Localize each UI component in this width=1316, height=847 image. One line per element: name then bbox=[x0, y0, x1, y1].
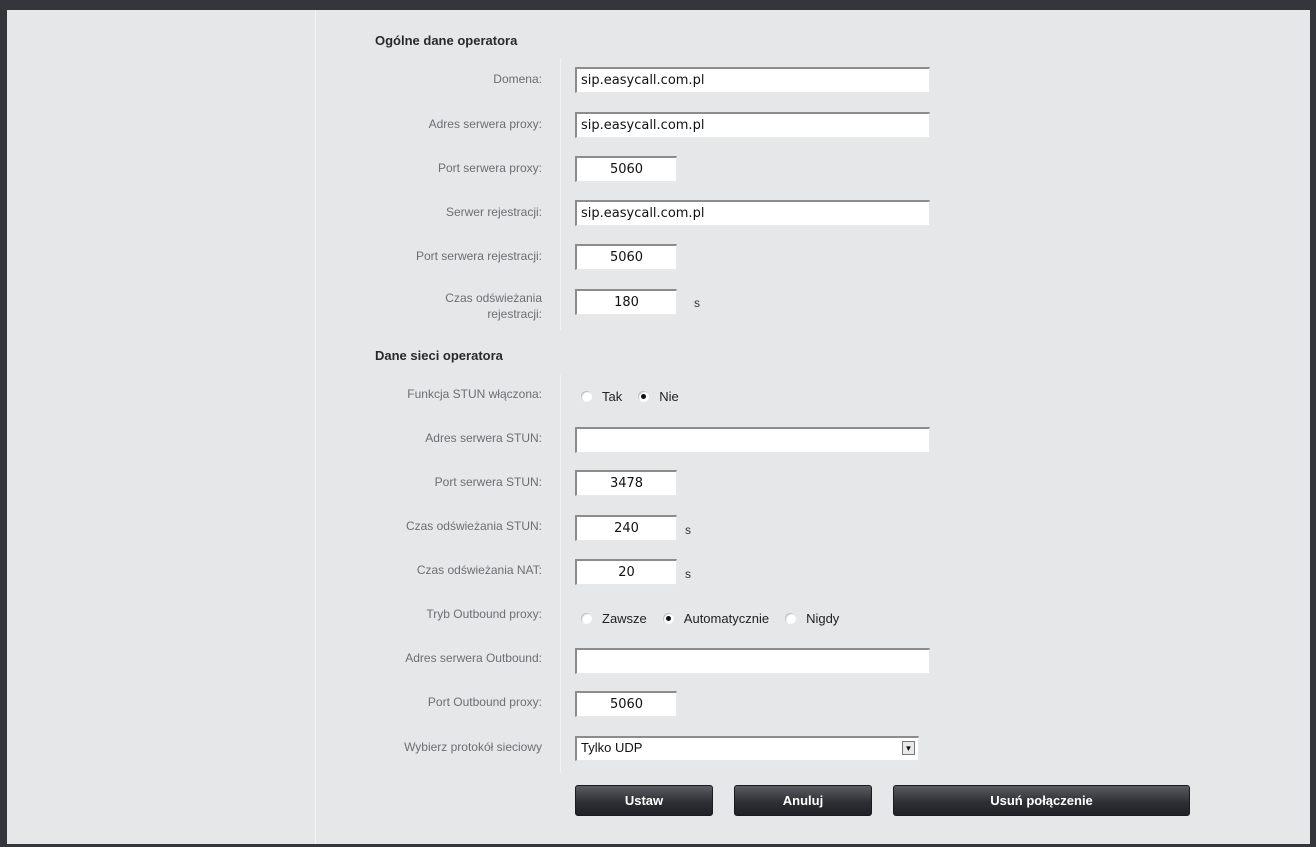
stun-no-label[interactable]: Nie bbox=[659, 389, 679, 404]
proxy-port-input[interactable] bbox=[575, 156, 677, 182]
outbound-always-radio[interactable] bbox=[581, 613, 592, 624]
stun-address-input[interactable] bbox=[575, 427, 930, 453]
protocol-select[interactable]: Tylko UDP ▼ bbox=[575, 736, 919, 761]
outbound-mode-radio-group: Zawsze Automatycznie Nigdy bbox=[581, 611, 855, 626]
stun-port-input[interactable] bbox=[575, 470, 677, 496]
outbound-port-label: Port Outbound proxy: bbox=[427, 695, 542, 709]
section-title-network: Dane sieci operatora bbox=[375, 348, 503, 363]
domain-input[interactable] bbox=[575, 67, 930, 93]
registration-refresh-label-line1: Czas odświeżania bbox=[445, 291, 542, 305]
outbound-never-radio[interactable] bbox=[785, 613, 797, 624]
protocol-select-value: Tylko UDP bbox=[581, 740, 643, 755]
outbound-always-label[interactable]: Zawsze bbox=[602, 611, 647, 626]
outbound-mode-label: Tryb Outbound proxy: bbox=[426, 607, 542, 621]
outbound-automatic-label[interactable]: Automatycznie bbox=[684, 611, 769, 626]
window-frame-right bbox=[1310, 0, 1316, 847]
protocol-label: Wybierz protokół sieciowy bbox=[404, 740, 542, 754]
window-frame-left bbox=[0, 0, 7, 847]
registrar-port-input[interactable] bbox=[575, 244, 677, 270]
label-column-divider bbox=[560, 58, 561, 330]
proxy-port-label: Port serwera proxy: bbox=[437, 161, 542, 175]
nat-refresh-input[interactable] bbox=[575, 559, 677, 585]
outbound-never-label[interactable]: Nigdy bbox=[806, 611, 839, 626]
stun-no-radio[interactable] bbox=[638, 391, 650, 402]
stun-port-label: Port serwera STUN: bbox=[434, 475, 542, 489]
registrar-label: Serwer rejestracji: bbox=[445, 205, 542, 219]
chevron-down-icon[interactable]: ▼ bbox=[902, 741, 915, 755]
registration-refresh-label-line2: rejestracji: bbox=[487, 307, 542, 321]
outbound-address-input[interactable] bbox=[575, 648, 930, 674]
stun-refresh-input[interactable] bbox=[575, 515, 677, 541]
registration-refresh-input[interactable] bbox=[575, 289, 677, 315]
stun-refresh-unit: s bbox=[685, 523, 691, 537]
registrar-port-label: Port serwera rejestracji: bbox=[415, 249, 542, 263]
delete-connection-button[interactable]: Usuń połączenie bbox=[893, 785, 1190, 816]
outbound-automatic-radio[interactable] bbox=[662, 613, 674, 624]
outbound-port-input[interactable] bbox=[575, 691, 677, 717]
cancel-button[interactable]: Anuluj bbox=[734, 785, 872, 816]
proxy-address-label: Adres serwera proxy: bbox=[428, 117, 542, 131]
stun-address-label: Adres serwera STUN: bbox=[425, 431, 542, 445]
panel-divider bbox=[315, 10, 316, 844]
stun-enabled-label: Funkcja STUN włączona: bbox=[407, 387, 542, 401]
nat-refresh-label: Czas odświeżania NAT: bbox=[416, 563, 542, 577]
domain-label: Domena: bbox=[493, 72, 542, 86]
set-button[interactable]: Ustaw bbox=[575, 785, 713, 816]
section-title-general: Ogólne dane operatora bbox=[375, 33, 518, 48]
proxy-address-input[interactable] bbox=[575, 112, 930, 138]
stun-yes-radio[interactable] bbox=[581, 391, 592, 402]
stun-refresh-label: Czas odświeżania STUN: bbox=[405, 519, 542, 533]
registration-refresh-unit: s bbox=[694, 296, 700, 310]
registrar-input[interactable] bbox=[575, 200, 930, 226]
stun-enabled-radio-group: Tak Nie bbox=[581, 389, 695, 404]
label-column-divider bbox=[560, 375, 561, 773]
outbound-address-label: Adres serwera Outbound: bbox=[405, 651, 542, 665]
left-navigation-panel bbox=[7, 10, 315, 844]
stun-yes-label[interactable]: Tak bbox=[602, 389, 622, 404]
registration-refresh-label: Czas odświeżania rejestracji: bbox=[322, 290, 542, 322]
nat-refresh-unit: s bbox=[685, 567, 691, 581]
window-frame-top bbox=[0, 0, 1316, 10]
